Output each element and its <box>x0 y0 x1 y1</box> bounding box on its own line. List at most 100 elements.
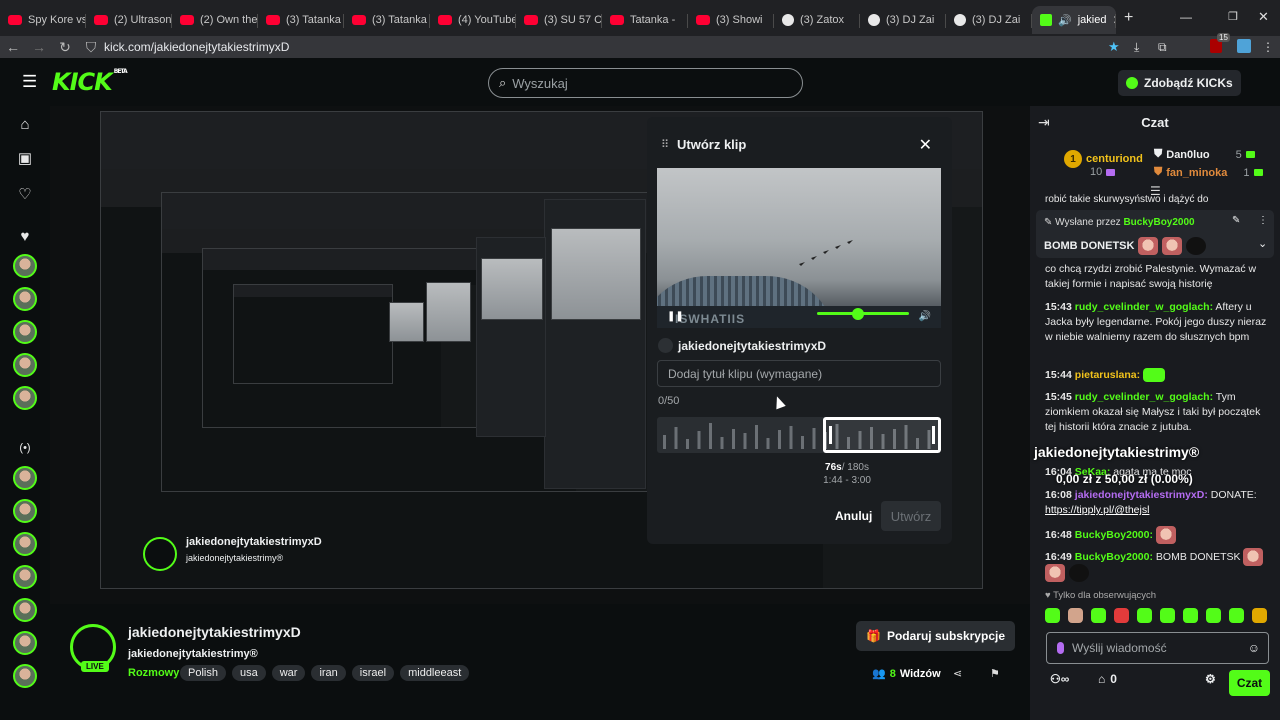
volume-icon[interactable]: 🔊 <box>919 311 931 322</box>
recommended-channel-avatar[interactable] <box>13 499 37 523</box>
recommended-channel-avatar[interactable] <box>13 466 37 490</box>
recommended-channel-avatar[interactable] <box>13 631 37 655</box>
browse-icon[interactable]: ▣ <box>13 146 37 170</box>
menu-icon[interactable]: ⋮ <box>1262 40 1274 54</box>
recommended-channel-avatar[interactable] <box>13 532 37 556</box>
gift-subscriptions-button[interactable]: 🎁 Podaruj subskrypcje <box>856 621 1015 651</box>
share-icon[interactable]: ⋖ <box>953 667 962 680</box>
tag[interactable]: war <box>271 665 306 681</box>
emote[interactable] <box>1206 608 1221 623</box>
search-box: ⌕ <box>488 68 803 98</box>
emote[interactable] <box>1229 608 1244 623</box>
browser-tab[interactable]: (4) YouTube <box>430 6 516 34</box>
minimize-icon[interactable]: — <box>1180 10 1192 24</box>
clip-preview-video[interactable]: ISWHATIIS ❚❚ 🔊 <box>657 168 941 328</box>
clip-title-input[interactable] <box>657 360 941 387</box>
cancel-button[interactable]: Anuluj <box>827 503 880 529</box>
emote[interactable] <box>1252 608 1267 623</box>
followed-channel-avatar[interactable] <box>13 353 37 377</box>
followed-channel-avatar[interactable] <box>13 254 37 278</box>
close-tab-icon[interactable]: ✕ <box>1112 13 1116 27</box>
chat-message-input[interactable] <box>1072 641 1222 655</box>
emoji-icon[interactable]: ☺ <box>1248 641 1260 655</box>
browser-tab[interactable]: (3) Zatox <box>774 6 860 34</box>
home-icon[interactable]: ⌂ <box>13 112 37 136</box>
channel-points[interactable]: ⚇∞ <box>1050 672 1069 686</box>
leaderboard-entry[interactable]: ⛊ Dan0luo 5 <box>1154 148 1255 161</box>
unpin-icon[interactable]: ✎ <box>1232 215 1240 226</box>
chat-settings-icon[interactable]: ⚙ <box>1205 672 1216 686</box>
hamburger-menu-icon[interactable]: ☰ <box>22 72 37 92</box>
stream-info-bar: LIVE jakiedonejtytakiestrimyxD jakiedone… <box>50 604 1030 720</box>
browser-tab[interactable]: (3) DJ Zai <box>946 6 1032 34</box>
download-icon[interactable]: ⤓ <box>1134 40 1139 55</box>
browser-tab[interactable]: Spy Kore vs H <box>0 6 86 34</box>
emote[interactable] <box>1183 608 1198 623</box>
clip-timeline[interactable] <box>657 417 941 453</box>
pause-icon[interactable]: ❚❚ <box>667 311 684 322</box>
browser-tab[interactable]: (3) Showi <box>688 6 774 34</box>
emote[interactable] <box>1091 608 1106 623</box>
emote[interactable] <box>1137 608 1152 623</box>
emote[interactable] <box>1114 608 1129 623</box>
chat-input-box: ☺ <box>1046 632 1269 664</box>
follow-user-icon[interactable]: ⚑ <box>990 667 1000 680</box>
close-window-icon[interactable]: ✕ <box>1258 9 1269 25</box>
video-watermark: ISWHATIIS <box>675 312 746 326</box>
tag[interactable]: usa <box>231 665 266 681</box>
emote[interactable] <box>1160 608 1175 623</box>
following-heart-icon[interactable]: ♡ <box>13 182 37 206</box>
donate-link[interactable]: https://tipply.pl/@thejsl <box>1045 504 1149 516</box>
emote[interactable] <box>1068 608 1083 623</box>
tag[interactable]: Polish <box>180 665 226 681</box>
chevron-down-icon[interactable]: ⌄ <box>1258 237 1267 250</box>
chat-message: 16:08 jakiedonejtytakiestrimyxD: DONATE:… <box>1045 489 1257 516</box>
tag[interactable]: iran <box>311 665 346 681</box>
drag-handle-icon[interactable]: ⠿ <box>661 138 669 151</box>
browser-tab[interactable]: (2) Ultrasonic <box>86 6 172 34</box>
profile-icon[interactable] <box>1237 39 1251 53</box>
pinned-message[interactable]: ✎ Wysłane przez BuckyBoy2000 ✎ ⋮ BOMB DO… <box>1036 210 1274 258</box>
url-field[interactable]: kick.com/jakiedonejtytakiestrimyxD <box>104 40 289 54</box>
search-input[interactable] <box>512 75 773 91</box>
pinned-menu-icon[interactable]: ⋮ <box>1258 215 1268 226</box>
browser-tab[interactable]: Tatanka - <box>602 6 688 34</box>
browser-tab-bar: Spy Kore vs H (2) Ultrasonic (2) Own the… <box>0 0 1280 36</box>
followed-channel-avatar[interactable] <box>13 320 37 344</box>
browser-tab[interactable]: (3) Tatanka - / <box>258 6 344 34</box>
extensions-icon[interactable]: ⧉ <box>1158 40 1167 55</box>
followed-channel-avatar[interactable] <box>13 287 37 311</box>
forward-icon[interactable]: → <box>26 39 52 55</box>
channel-name[interactable]: jakiedonejtytakiestrimyxD <box>128 624 301 640</box>
restore-icon[interactable]: ❐ <box>1228 10 1238 23</box>
emote[interactable] <box>1045 608 1060 623</box>
site-info-icon[interactable]: ⛉ <box>78 39 104 56</box>
browser-tab[interactable]: (3) SU 57 CRA <box>516 6 602 34</box>
points-icon: ⚇∞ <box>1050 672 1070 686</box>
browser-tab[interactable]: (3) DJ Zai <box>860 6 946 34</box>
browser-tab[interactable]: (2) Own the N <box>172 6 258 34</box>
browser-tab[interactable]: (3) Tatanka - ' <box>344 6 430 34</box>
reload-icon[interactable]: ↻ <box>52 39 78 56</box>
tag[interactable]: middleeast <box>400 665 470 681</box>
create-clip-button[interactable]: Utwórz <box>881 501 941 531</box>
clip-selection-range[interactable] <box>823 417 941 453</box>
tag[interactable]: israel <box>351 665 395 681</box>
gift-counter[interactable]: ⌂ 0 <box>1098 672 1117 686</box>
get-kicks-button[interactable]: Zdobądź KICKs <box>1118 70 1241 96</box>
microphone-icon[interactable] <box>1057 642 1064 654</box>
followed-channel-avatar[interactable] <box>13 386 37 410</box>
category-link[interactable]: Rozmowy <box>128 667 179 679</box>
new-tab-icon[interactable]: + <box>1124 9 1133 27</box>
back-icon[interactable]: ← <box>0 39 26 55</box>
volume-slider-handle[interactable] <box>852 308 864 320</box>
leaderboard-entry[interactable]: ⛊ fan_minoka 1 <box>1154 166 1263 179</box>
recommended-channel-avatar[interactable] <box>13 565 37 589</box>
recommended-channel-avatar[interactable] <box>13 598 37 622</box>
close-icon[interactable]: ✕ <box>919 135 932 155</box>
recommended-channel-avatar[interactable] <box>13 664 37 688</box>
browser-tab-active[interactable]: 🔊jakied✕ <box>1032 6 1116 34</box>
kick-logo[interactable]: KICK BETA <box>52 68 128 96</box>
bookmark-star-icon[interactable]: ★ <box>1108 39 1120 55</box>
send-chat-button[interactable]: Czat <box>1229 670 1270 696</box>
